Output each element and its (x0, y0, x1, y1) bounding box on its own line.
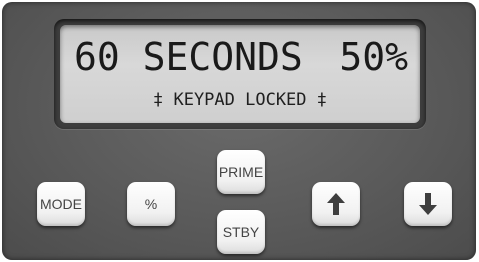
control-panel: 60 SECONDS 50% ‡ KEYPAD LOCKED ‡ MODE % … (2, 2, 476, 260)
up-button[interactable] (312, 182, 360, 226)
standby-button[interactable]: STBY (217, 210, 265, 254)
lcd-display: 60 SECONDS 50% ‡ KEYPAD LOCKED ‡ (60, 25, 420, 123)
percent-button[interactable]: % (127, 182, 175, 226)
keypad-status: ‡ KEYPAD LOCKED ‡ (153, 90, 327, 110)
arrow-up-icon (326, 192, 346, 216)
time-readout: 60 SECONDS (74, 35, 303, 79)
lcd-line-1: 60 SECONDS 50% (74, 31, 408, 83)
arrow-down-icon (418, 192, 438, 216)
down-button[interactable] (404, 182, 452, 226)
mode-button[interactable]: MODE (37, 182, 85, 226)
prime-button[interactable]: PRIME (217, 150, 265, 194)
percent-readout: 50% (339, 35, 408, 79)
